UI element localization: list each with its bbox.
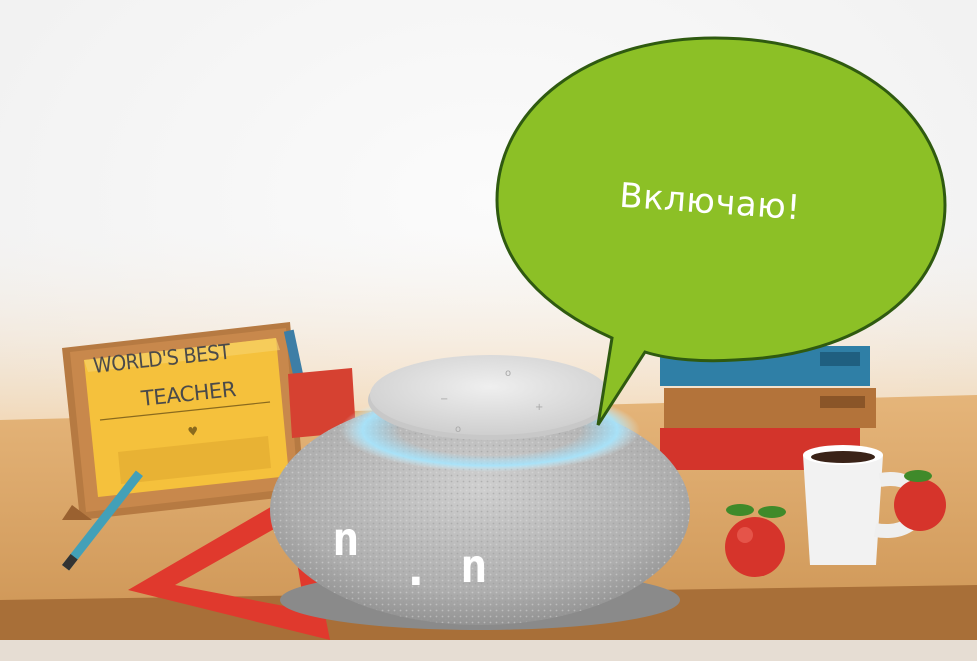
svg-text:o: o bbox=[455, 424, 461, 435]
svg-text:−: − bbox=[440, 394, 448, 405]
led-right-glyph: n bbox=[460, 539, 488, 593]
floor-shadow bbox=[0, 640, 977, 661]
svg-text:+: + bbox=[535, 402, 543, 413]
led-left-glyph: n bbox=[332, 512, 360, 566]
scene: ♥ − o + o n . n bbox=[0, 0, 977, 661]
led-dot: . bbox=[402, 542, 430, 596]
heart-icon: ♥ bbox=[187, 424, 199, 439]
svg-text:o: o bbox=[505, 368, 511, 379]
